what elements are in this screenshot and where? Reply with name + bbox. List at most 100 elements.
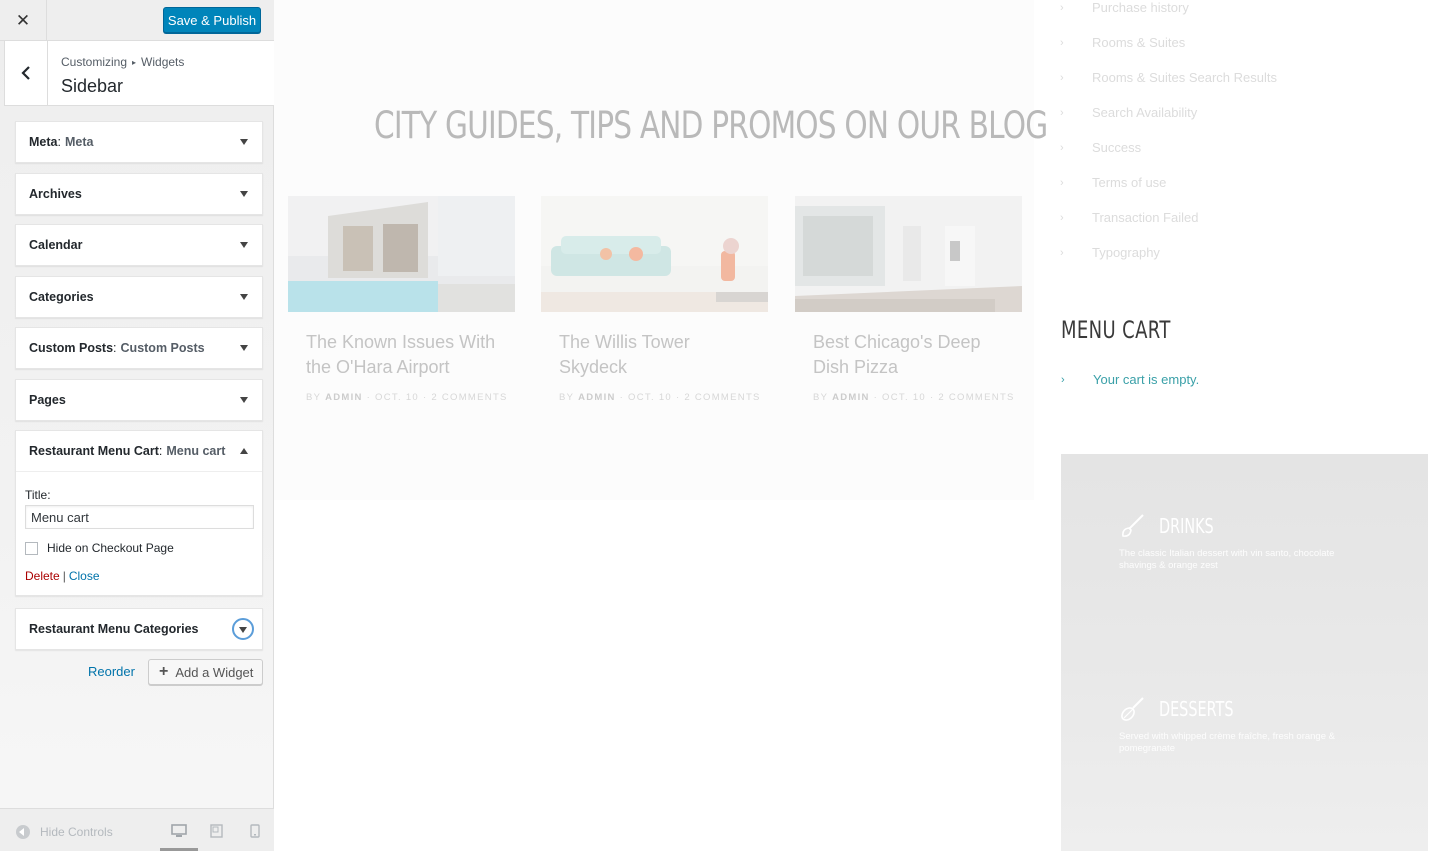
widget-name: Archives [29, 187, 82, 201]
blog-post-card[interactable]: The Willis Tower Skydeck BY ADMIN · OCT.… [541, 196, 768, 403]
page-link[interactable]: › Rooms & Suites Search Results [1060, 60, 1277, 95]
post-meta: BY ADMIN · OCT. 10 · 2 COMMENTS [559, 392, 761, 403]
page-link-label: Rooms & Suites [1092, 35, 1186, 50]
menu-category-name[interactable]: DESSERTS [1159, 697, 1233, 721]
widget-header[interactable]: Restaurant Menu Categories [16, 609, 262, 649]
blog-post-card[interactable]: The Known Issues With the O'Hara Airport… [288, 196, 515, 403]
widget-header[interactable]: Restaurant Menu Cart: Menu cart [16, 431, 262, 471]
menu-categories-box: DRINKS The classic Italian dessert with … [1061, 454, 1428, 851]
widget-header[interactable]: Categories [16, 277, 262, 317]
widget-categories[interactable]: Categories [15, 276, 263, 318]
expand-arrow-icon[interactable] [240, 294, 248, 300]
post-date: OCT. 10 [628, 392, 672, 403]
hide-on-checkout-label: Hide on Checkout Page [47, 541, 174, 555]
hide-controls-label: Hide Controls [40, 825, 113, 839]
page-link-label: Search Availability [1092, 105, 1198, 120]
widget-name: Categories [29, 290, 94, 304]
post-thumbnail[interactable] [288, 196, 515, 312]
section-title: Sidebar [61, 76, 124, 96]
breadcrumb: Customizing ▸ Widgets [61, 55, 184, 69]
widget-header[interactable]: Archives [16, 174, 262, 214]
page-link[interactable]: › Purchase history [1060, 0, 1277, 25]
page-link[interactable]: › Rooms & Suites [1060, 25, 1277, 60]
widget-restaurant-menu-cart[interactable]: Restaurant Menu Cart:Menu cart Title: Hi… [15, 430, 263, 596]
widget-custom-posts[interactable]: Custom Posts: Custom Posts [15, 327, 263, 369]
close-customizer-button[interactable]: ✕ [0, 0, 47, 41]
widget-header[interactable]: Meta: Meta [16, 122, 262, 162]
hide-on-checkout-checkbox[interactable] [25, 541, 38, 555]
hide-controls-button[interactable]: Hide Controls [16, 825, 113, 839]
post-author[interactable]: ADMIN [832, 392, 870, 403]
expand-arrow-icon[interactable] [240, 139, 248, 145]
post-meta: BY ADMIN · OCT. 10 · 2 COMMENTS [813, 392, 1015, 403]
collapse-icon [16, 825, 30, 839]
post-comments[interactable]: 2 COMMENTS [431, 392, 507, 403]
page-link[interactable]: › Typography [1060, 235, 1277, 270]
post-author[interactable]: ADMIN [325, 392, 363, 403]
expand-arrow-icon[interactable] [240, 191, 248, 197]
save-publish-button[interactable]: Save & Publish [163, 7, 261, 33]
widget-restaurant-menu-categories[interactable]: Restaurant Menu Categories [15, 608, 263, 650]
post-title[interactable]: The Willis Tower Skydeck [541, 330, 756, 380]
widget-archives[interactable]: Archives [15, 173, 263, 215]
widget-header[interactable]: Custom Posts: Custom Posts [16, 328, 262, 368]
reorder-link[interactable]: Reorder [88, 664, 135, 679]
post-title[interactable]: Best Chicago's Deep Dish Pizza [795, 330, 1010, 380]
close-link[interactable]: Close [69, 569, 100, 583]
page-link-label: Terms of use [1092, 175, 1167, 190]
delete-link[interactable]: Delete [25, 569, 60, 583]
close-icon: ✕ [15, 10, 31, 30]
post-title[interactable]: The Known Issues With the O'Hara Airport [288, 330, 503, 380]
widget-meta[interactable]: Meta: Meta [15, 121, 263, 163]
blog-post-card[interactable]: Best Chicago's Deep Dish Pizza BY ADMIN … [795, 196, 1022, 403]
expand-arrow-icon[interactable] [232, 618, 254, 640]
widget-subtitle: Menu cart [166, 444, 226, 458]
expand-arrow-icon[interactable] [240, 345, 248, 351]
menu-category-name[interactable]: DRINKS [1159, 514, 1214, 538]
post-by: BY [813, 392, 829, 403]
section-header: Customizing ▸ Widgets Sidebar [4, 41, 274, 106]
customizer-footer: Hide Controls [0, 808, 274, 851]
menu-category-desserts[interactable]: DESSERTS Served with whipped crème fraîc… [1119, 695, 1379, 755]
menu-category-drinks[interactable]: DRINKS The classic Italian dessert with … [1119, 512, 1379, 572]
title-input[interactable] [25, 505, 254, 529]
plus-icon: + [159, 663, 169, 680]
page-link-label: Transaction Failed [1092, 210, 1199, 225]
collapse-arrow-icon[interactable] [240, 448, 248, 454]
page-link[interactable]: › Success [1060, 130, 1277, 165]
chevron-right-icon: › [1060, 211, 1064, 224]
add-widget-button[interactable]: + Add a Widget [148, 659, 263, 685]
expand-arrow-icon[interactable] [240, 242, 248, 248]
pages-list: › Purchase history › Rooms & Suites › Rooms… [1060, 0, 1277, 270]
widget-header[interactable]: Calendar [16, 225, 262, 265]
menu-category-description: The classic Italian dessert with vin san… [1119, 548, 1335, 571]
post-thumbnail[interactable] [541, 196, 768, 312]
expand-arrow-icon[interactable] [240, 397, 248, 403]
post-author[interactable]: ADMIN [578, 392, 616, 403]
site-preview: CITY GUIDES, TIPS AND PROMOS ON OUR BLOG… [274, 0, 1431, 851]
page-link[interactable]: › Search Availability [1060, 95, 1277, 130]
chevron-right-icon: › [1060, 36, 1064, 49]
tablet-preview-icon[interactable] [210, 824, 223, 838]
breadcrumb-separator-icon: ▸ [132, 58, 137, 67]
widget-name: Custom Posts [29, 341, 114, 355]
post-thumbnail[interactable] [795, 196, 1022, 312]
back-button[interactable] [5, 41, 48, 105]
chevron-right-icon: › [1060, 141, 1064, 154]
post-date: OCT. 10 [375, 392, 419, 403]
page-link[interactable]: › Terms of use [1060, 165, 1277, 200]
widget-header[interactable]: Pages [16, 380, 262, 420]
cart-empty-text: Your cart is empty. [1093, 372, 1200, 387]
desktop-preview-icon[interactable] [171, 824, 187, 838]
widget-calendar[interactable]: Calendar [15, 224, 263, 266]
blog-heading: CITY GUIDES, TIPS AND PROMOS ON OUR BLOG [374, 104, 1048, 147]
page-link[interactable]: › Transaction Failed [1060, 200, 1277, 235]
widget-pages[interactable]: Pages [15, 379, 263, 421]
cart-empty-message: › Your cart is empty. [1061, 372, 1199, 387]
chevron-right-icon: › [1060, 1, 1064, 14]
widget-name: Calendar [29, 238, 83, 252]
post-comments[interactable]: 2 COMMENTS [938, 392, 1014, 403]
mobile-preview-icon[interactable] [250, 824, 260, 838]
breadcrumb-section: Widgets [141, 55, 185, 69]
post-comments[interactable]: 2 COMMENTS [684, 392, 760, 403]
